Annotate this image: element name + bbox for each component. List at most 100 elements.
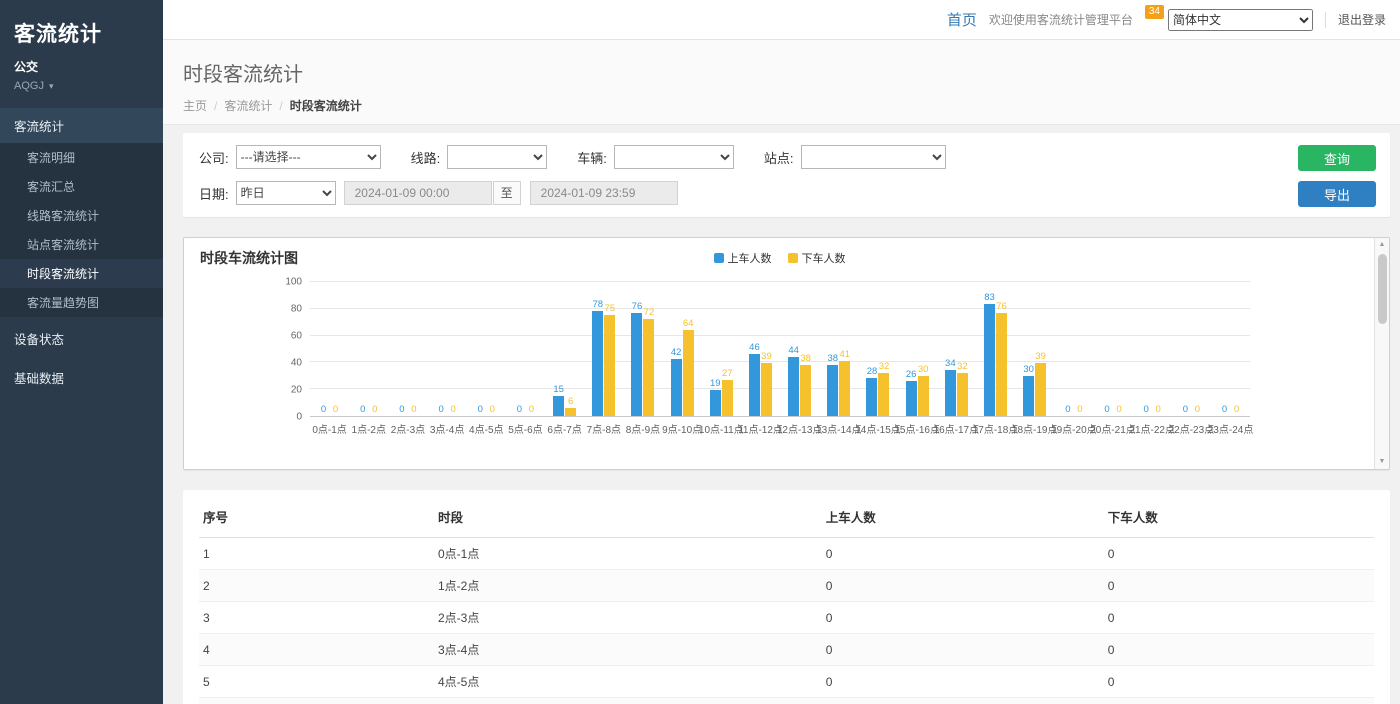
chart-scrollbar[interactable]: ▲ ▼ <box>1374 238 1389 469</box>
table-cell: 4点-5点 <box>434 666 822 698</box>
company-name: 公交 <box>14 58 149 75</box>
topbar-divider <box>1325 12 1326 28</box>
scroll-down-icon[interactable]: ▼ <box>1375 455 1389 469</box>
sidebar-item[interactable]: 客流明细 <box>0 143 163 172</box>
end-date-input[interactable] <box>530 181 678 205</box>
table-header: 下车人数 <box>1104 496 1374 538</box>
x-axis-label: 5点-6点 <box>506 421 545 436</box>
bar-value-label: 19 <box>710 378 721 389</box>
breadcrumb-item[interactable]: 客流统计 <box>224 99 272 113</box>
sidebar-item[interactable]: 客流量趋势图 <box>0 288 163 317</box>
y-axis-tick: 40 <box>291 358 302 369</box>
bar-wrap: 0 <box>448 404 459 416</box>
bar-wrap: 6 <box>565 396 576 416</box>
table-cell: 0点-1点 <box>434 538 822 570</box>
bar-wrap: 0 <box>1074 404 1085 416</box>
bar-value-label: 0 <box>333 404 338 415</box>
bar-wrap: 0 <box>1231 404 1242 416</box>
query-button[interactable]: 查询 <box>1298 145 1376 171</box>
bar-group: 00 <box>310 282 349 416</box>
bar <box>710 390 721 416</box>
breadcrumb-item[interactable]: 主页 <box>183 99 207 113</box>
sidebar-section[interactable]: 设备状态 <box>0 321 163 356</box>
station-select[interactable] <box>801 145 946 169</box>
table-cell: 1点-2点 <box>434 570 822 602</box>
table-cell: 0 <box>1104 570 1374 602</box>
home-link[interactable]: 首页 <box>947 9 977 30</box>
bar <box>1035 363 1046 416</box>
bar-wrap: 15 <box>553 384 564 416</box>
bar-value-label: 30 <box>1023 364 1034 375</box>
bar <box>945 370 956 416</box>
date-preset-select[interactable]: 昨日 <box>236 181 336 205</box>
bar-wrap: 39 <box>761 351 772 416</box>
language-select[interactable]: 简体中文 <box>1168 9 1313 31</box>
sidebar-section[interactable]: 基础数据 <box>0 360 163 395</box>
export-button[interactable]: 导出 <box>1298 181 1376 207</box>
table-cell: 3 <box>199 602 434 634</box>
content: 公司: ---请选择--- 线路: 车辆: 站点: 日期: 昨日 <box>163 125 1400 704</box>
table-cell: 0 <box>1104 538 1374 570</box>
scrollbar-thumb[interactable] <box>1378 254 1387 324</box>
chart-header: 时段车流统计图 上车人数下车人数 <box>200 248 1359 268</box>
app-title: 客流统计 <box>0 0 163 56</box>
sidebar-item[interactable]: 客流汇总 <box>0 172 163 201</box>
x-axis-label: 18点-19点 <box>1015 421 1054 436</box>
bar-group: 3841 <box>819 282 858 416</box>
company-select[interactable]: ---请选择--- <box>236 145 381 169</box>
topbar: 首页 欢迎使用客流统计管理平台 34 简体中文 退出登录 <box>163 0 1400 40</box>
sidebar-section[interactable]: 客流统计 <box>0 108 163 143</box>
bar-value-label: 0 <box>411 404 416 415</box>
bar-wrap: 0 <box>357 404 368 416</box>
bar-value-label: 0 <box>360 404 365 415</box>
table-row: 10点-1点00 <box>199 538 1374 570</box>
bar-wrap: 0 <box>396 404 407 416</box>
sidebar-item[interactable]: 站点客流统计 <box>0 230 163 259</box>
bar-value-label: 0 <box>1234 404 1239 415</box>
bar-value-label: 0 <box>1156 404 1161 415</box>
bar-value-label: 72 <box>644 307 655 318</box>
sidebar: 客流统计 公交 AQGJ ▾ 客流统计客流明细客流汇总线路客流统计站点客流统计时… <box>0 0 163 704</box>
bar-wrap: 39 <box>1035 351 1046 416</box>
line-select[interactable] <box>447 145 547 169</box>
bar-value-label: 39 <box>1035 351 1046 362</box>
bar-group: 3432 <box>937 282 976 416</box>
table-header: 上车人数 <box>822 496 1104 538</box>
bar-group: 8376 <box>976 282 1015 416</box>
legend-item[interactable]: 上车人数 <box>714 250 772 266</box>
bar-wrap: 34 <box>945 358 956 416</box>
sidebar-item[interactable]: 时段客流统计 <box>0 259 163 288</box>
bar-value-label: 0 <box>1222 404 1227 415</box>
bar-wrap: 0 <box>330 404 341 416</box>
x-axis-label: 12点-13点 <box>780 421 819 436</box>
bar-group: 00 <box>1054 282 1093 416</box>
y-axis-tick: 20 <box>291 385 302 396</box>
filter-panel: 公司: ---请选择--- 线路: 车辆: 站点: 日期: 昨日 <box>183 133 1390 217</box>
org-selector[interactable]: AQGJ ▾ <box>14 80 149 92</box>
bar <box>749 354 760 416</box>
vehicle-select[interactable] <box>614 145 734 169</box>
x-axis-label: 16点-17点 <box>937 421 976 436</box>
bar-wrap: 0 <box>1180 404 1191 416</box>
bar-groups: 0000000000001567875767242641927463944383… <box>310 282 1250 416</box>
bar-wrap: 0 <box>475 404 486 416</box>
start-date-input[interactable] <box>344 181 492 205</box>
y-axis-tick: 60 <box>291 331 302 342</box>
bar-group: 4639 <box>741 282 780 416</box>
bar-wrap: 28 <box>866 366 877 416</box>
bar <box>827 365 838 416</box>
breadcrumb-separator: / <box>279 99 282 113</box>
x-axis-label: 2点-3点 <box>388 421 427 436</box>
bar-wrap: 27 <box>722 368 733 416</box>
legend-swatch <box>714 253 724 263</box>
logout-link[interactable]: 退出登录 <box>1338 11 1386 28</box>
bar-value-label: 38 <box>828 353 839 364</box>
bar-value-label: 0 <box>321 404 326 415</box>
legend-item[interactable]: 下车人数 <box>788 250 846 266</box>
sidebar-item[interactable]: 线路客流统计 <box>0 201 163 230</box>
bar-wrap: 0 <box>1114 404 1125 416</box>
bar-value-label: 44 <box>788 345 799 356</box>
notification-badge[interactable]: 34 <box>1145 5 1164 19</box>
scroll-up-icon[interactable]: ▲ <box>1375 238 1389 252</box>
bar-wrap: 32 <box>878 361 889 416</box>
